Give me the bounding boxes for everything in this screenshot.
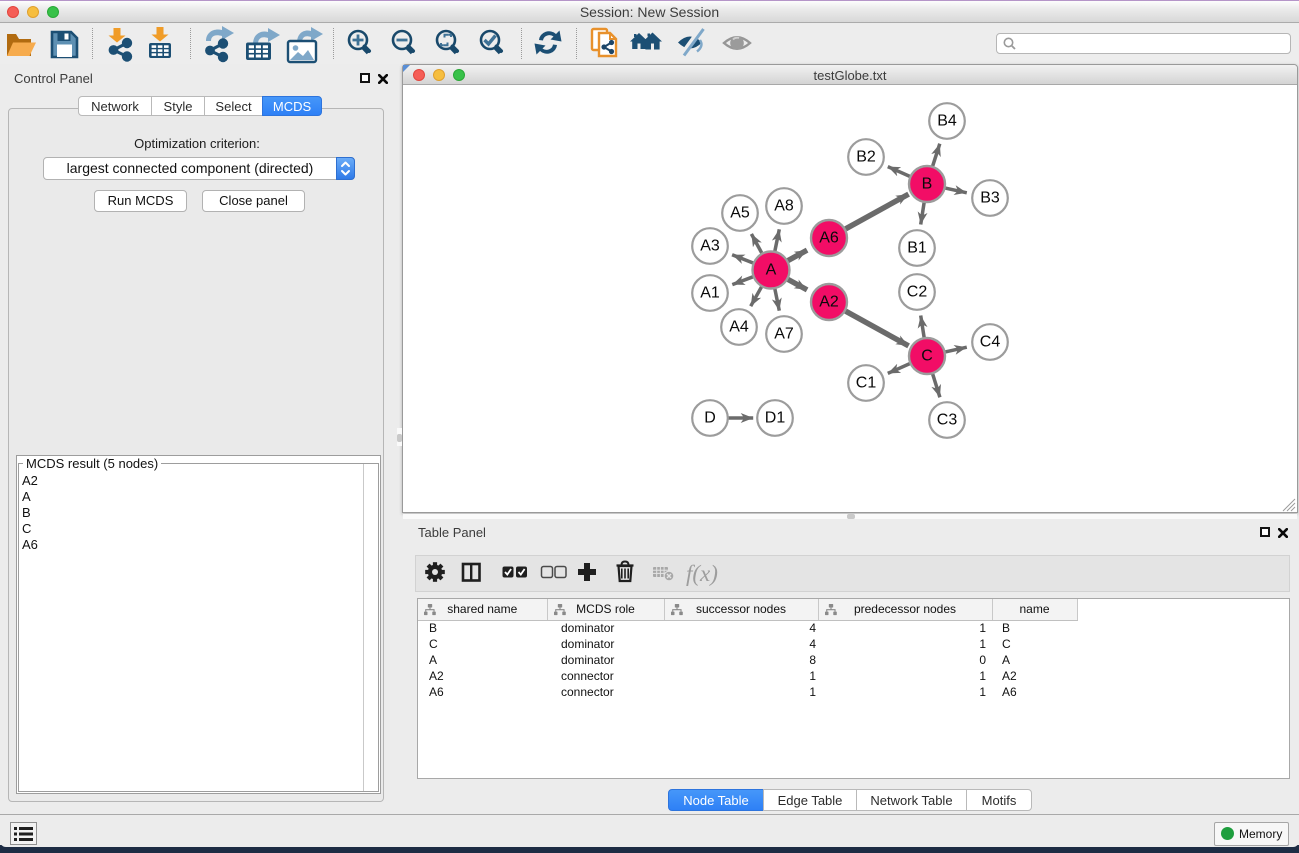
svg-text:A6: A6 xyxy=(819,230,839,247)
svg-text:D1: D1 xyxy=(765,410,786,427)
svg-text:A3: A3 xyxy=(700,238,720,255)
svg-text:f(x): f(x) xyxy=(686,561,718,586)
svg-text:A8: A8 xyxy=(774,198,794,215)
svg-text:A4: A4 xyxy=(729,319,749,336)
svg-text:C2: C2 xyxy=(907,284,928,301)
svg-text:A7: A7 xyxy=(774,326,794,343)
svg-text:B2: B2 xyxy=(856,149,876,166)
svg-text:A2: A2 xyxy=(819,294,839,311)
svg-text:B3: B3 xyxy=(980,190,1000,207)
svg-text:B1: B1 xyxy=(907,240,927,257)
svg-text:A5: A5 xyxy=(730,205,750,222)
svg-text:C4: C4 xyxy=(980,334,1001,351)
svg-text:C3: C3 xyxy=(937,412,958,429)
svg-text:D: D xyxy=(704,410,716,427)
svg-text:C: C xyxy=(921,348,933,365)
svg-text:A: A xyxy=(766,262,777,279)
svg-text:A1: A1 xyxy=(700,285,720,302)
svg-text:C1: C1 xyxy=(856,375,877,392)
svg-text:B: B xyxy=(922,176,933,193)
svg-text:B4: B4 xyxy=(937,113,957,130)
